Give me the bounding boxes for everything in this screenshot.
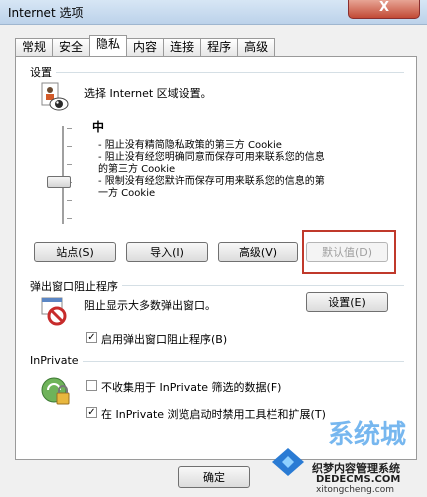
privacy-eye-icon: [40, 82, 70, 114]
tab-content[interactable]: 内容: [126, 38, 165, 56]
ok-button[interactable]: 确定: [178, 466, 250, 488]
inprivate-filtering-checkbox[interactable]: [86, 380, 97, 391]
settings-divider: [30, 72, 404, 73]
window-title: Internet 选项: [8, 6, 84, 20]
popup-blocker-icon: [40, 296, 70, 326]
advanced-button[interactable]: 高级(V): [218, 242, 298, 262]
description-line: - 限制没有经您默许而保存可用来联系您的信息的第: [98, 176, 325, 187]
highlight-box: [302, 230, 396, 274]
enable-popup-blocker-checkbox[interactable]: ✓: [86, 332, 97, 343]
privacy-level-label: 中: [92, 120, 105, 134]
privacy-level-description: - 阻止没有精简隐私政策的第三方 Cookie - 阻止没有经您明确同意而保存可…: [98, 140, 325, 200]
close-button[interactable]: X: [348, 0, 420, 19]
watermark-url: xitongcheng.com: [316, 485, 394, 495]
slider-tick: [67, 146, 72, 147]
close-icon: X: [378, 0, 390, 15]
popup-description: 阻止显示大多数弹出窗口。: [84, 299, 216, 312]
popup-group-label: 弹出窗口阻止程序: [30, 278, 122, 294]
description-line: 一方 Cookie: [98, 188, 156, 199]
inprivate-lock-icon: [40, 376, 72, 408]
inprivate-filtering-label: 不收集用于 InPrivate 筛选的数据(F): [101, 381, 282, 394]
settings-intro-text: 选择 Internet 区域设置。: [84, 87, 212, 100]
tab-advanced[interactable]: 高级: [237, 38, 276, 56]
popup-settings-button[interactable]: 设置(E): [306, 292, 388, 312]
description-line: 的第三方 Cookie: [98, 164, 176, 175]
tab-privacy[interactable]: 隐私: [89, 35, 128, 56]
slider-tick: [67, 218, 72, 219]
enable-popup-blocker-label: 启用弹出窗口阻止程序(B): [101, 333, 228, 346]
tab-programs[interactable]: 程序: [200, 38, 239, 56]
description-line: - 阻止没有经您明确同意而保存可用来联系您的信息: [98, 152, 325, 163]
inprivate-divider: [30, 361, 404, 362]
tab-security[interactable]: 安全: [52, 38, 91, 56]
slider-tick: [67, 164, 72, 165]
slider-tick: [67, 200, 72, 201]
privacy-slider-track[interactable]: [62, 126, 64, 224]
title-bar: Internet 选项 X: [0, 0, 427, 25]
description-line: - 阻止没有精简隐私政策的第三方 Cookie: [98, 140, 282, 151]
disable-toolbars-label: 在 InPrivate 浏览启动时禁用工具栏和扩展(T): [101, 408, 326, 421]
settings-group-label: 设置: [30, 64, 56, 80]
checkmark-icon: ✓: [87, 332, 96, 343]
slider-tick: [67, 128, 72, 129]
tab-general[interactable]: 常规: [15, 38, 54, 56]
sites-button[interactable]: 站点(S): [34, 242, 116, 262]
watermark-subtitle: 织梦内容管理系统: [312, 462, 400, 475]
checkmark-icon: ✓: [87, 407, 96, 418]
disable-toolbars-checkbox[interactable]: ✓: [86, 407, 97, 418]
tab-bar: 常规 安全 隐私 内容 连接 程序 高级: [15, 35, 276, 56]
tab-connections[interactable]: 连接: [163, 38, 202, 56]
import-button[interactable]: 导入(I): [126, 242, 208, 262]
privacy-slider-thumb[interactable]: [47, 176, 71, 188]
watermark-domain: DEDECMS.COM: [316, 474, 401, 485]
inprivate-group-label: InPrivate: [30, 354, 83, 367]
